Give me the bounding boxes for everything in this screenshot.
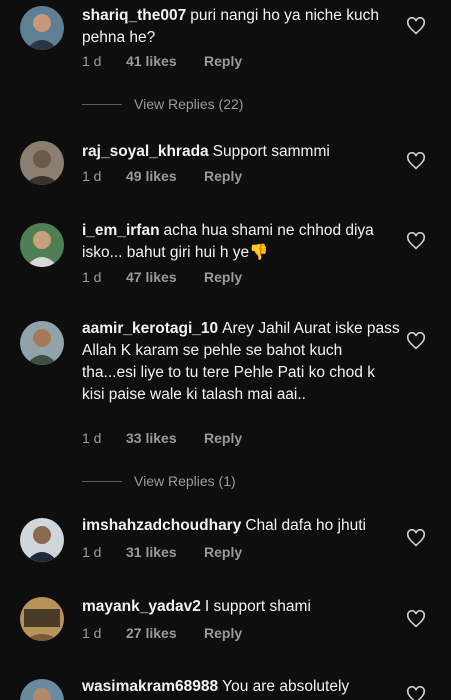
- comment-item: imshahzadchoudhary Chal dafa ho jhuti 1 d…: [0, 510, 451, 580]
- comment-likes[interactable]: 47 likes: [126, 269, 204, 285]
- reply-button[interactable]: Reply: [204, 430, 242, 446]
- avatar[interactable]: [20, 223, 64, 267]
- comment-likes[interactable]: 41 likes: [126, 53, 204, 69]
- comment-text: shariq_the007 puri nangi ho ya niche kuch…: [82, 5, 400, 49]
- heart-outline-icon[interactable]: [406, 529, 426, 547]
- reply-button[interactable]: Reply: [204, 269, 242, 285]
- comment-time: 1 d: [82, 269, 102, 285]
- comment-meta: 1 d 31 likes Reply: [82, 544, 242, 560]
- comment-likes[interactable]: 31 likes: [126, 544, 204, 560]
- comment-text: i_em_irfan acha hua shami ne chhod diya i…: [82, 220, 400, 264]
- comment-likes[interactable]: 33 likes: [126, 430, 204, 446]
- comment-body: You are absolutely: [222, 678, 350, 695]
- comment-time: 1 d: [82, 168, 102, 184]
- comment-likes[interactable]: 49 likes: [126, 168, 204, 184]
- comment-username[interactable]: i_em_irfan: [82, 222, 160, 239]
- heart-outline-icon[interactable]: [406, 686, 426, 700]
- avatar[interactable]: [20, 6, 64, 50]
- heart-outline-icon[interactable]: [406, 232, 426, 250]
- comment-text: wasimakram68988 You are absolutely: [82, 676, 400, 698]
- comment-username[interactable]: wasimakram68988: [82, 678, 218, 695]
- comment-text: aamir_kerotagi_10 Arey Jahil Aurat iske p…: [82, 318, 400, 406]
- view-replies-divider: [82, 103, 122, 105]
- comment-time: 1 d: [82, 430, 102, 446]
- comment-username[interactable]: aamir_kerotagi_10: [82, 320, 218, 337]
- heart-outline-icon[interactable]: [406, 332, 426, 350]
- reply-button[interactable]: Reply: [204, 544, 242, 560]
- comment-likes[interactable]: 27 likes: [126, 625, 204, 641]
- comment-time: 1 d: [82, 53, 102, 69]
- avatar[interactable]: [20, 141, 64, 185]
- comment-text: mayank_yadav2 I support shami: [82, 596, 400, 618]
- comment-meta: 1 d 47 likes Reply: [82, 269, 242, 285]
- thumbs-down-emoji: 👎: [249, 244, 269, 261]
- view-replies-label[interactable]: View Replies (1): [134, 473, 236, 489]
- view-replies-divider: [82, 480, 122, 482]
- comment-item: wasimakram68988 You are absolutely: [0, 672, 451, 700]
- reply-button[interactable]: Reply: [204, 53, 242, 69]
- comment-item: aamir_kerotagi_10 Arey Jahil Aurat iske p…: [0, 313, 451, 453]
- view-replies-button[interactable]: View Replies (22): [82, 96, 243, 112]
- reply-button[interactable]: Reply: [204, 168, 242, 184]
- comment-text: imshahzadchoudhary Chal dafa ho jhuti: [82, 515, 400, 537]
- comment-meta: 1 d 33 likes Reply: [82, 430, 242, 446]
- avatar[interactable]: [20, 518, 64, 562]
- comment-username[interactable]: imshahzadchoudhary: [82, 517, 241, 534]
- avatar[interactable]: [20, 679, 64, 700]
- heart-outline-icon[interactable]: [406, 610, 426, 628]
- comment-meta: 1 d 49 likes Reply: [82, 168, 242, 184]
- view-replies-button[interactable]: View Replies (1): [82, 473, 236, 489]
- comment-meta: 1 d 41 likes Reply: [82, 53, 242, 69]
- heart-outline-icon[interactable]: [406, 152, 426, 170]
- comment-body: Chal dafa ho jhuti: [245, 517, 366, 534]
- comment-time: 1 d: [82, 544, 102, 560]
- comment-item: shariq_the007 puri nangi ho ya niche kuch…: [0, 0, 451, 90]
- heart-outline-icon[interactable]: [406, 17, 426, 35]
- reply-button[interactable]: Reply: [204, 625, 242, 641]
- comment-item: i_em_irfan acha hua shami ne chhod diya i…: [0, 213, 451, 293]
- comment-item: raj_soyal_khrada Support sammmi 1 d 49 li…: [0, 135, 451, 195]
- avatar[interactable]: [20, 597, 64, 641]
- comment-text: raj_soyal_khrada Support sammmi: [82, 141, 400, 163]
- comment-meta: 1 d 27 likes Reply: [82, 625, 242, 641]
- comment-username[interactable]: mayank_yadav2: [82, 598, 201, 615]
- comment-username[interactable]: shariq_the007: [82, 7, 186, 24]
- view-replies-label[interactable]: View Replies (22): [134, 96, 243, 112]
- comment-username[interactable]: raj_soyal_khrada: [82, 143, 209, 160]
- avatar[interactable]: [20, 321, 64, 365]
- comment-body: I support shami: [204, 598, 311, 615]
- comment-item: mayank_yadav2 I support shami 1 d 27 like…: [0, 592, 451, 662]
- comment-body: Support sammmi: [212, 143, 330, 160]
- comment-time: 1 d: [82, 625, 102, 641]
